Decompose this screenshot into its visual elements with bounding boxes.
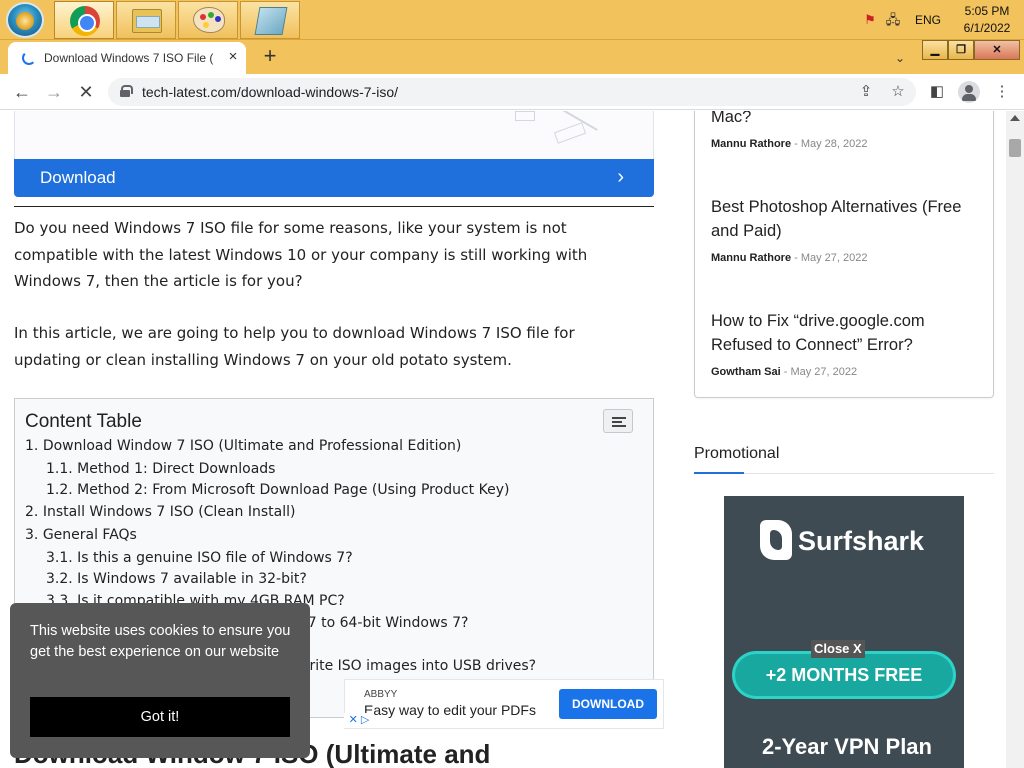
article-image-remnant: [14, 111, 654, 159]
post-title-link[interactable]: Best Photoshop Alternatives (Free and Pa…: [711, 195, 981, 243]
post-meta: Gowtham Sai - May 27, 2022: [711, 366, 858, 378]
page-scrollbar[interactable]: [1006, 111, 1024, 768]
clock-time: 5:05 PM: [964, 4, 1010, 18]
cookie-message: This website uses cookies to ensure you …: [30, 623, 291, 660]
ad-choices-icon[interactable]: ✕ ▷: [344, 713, 374, 728]
plan-text: 2-Year VPN Plan: [762, 734, 932, 759]
paint-palette-icon: [193, 7, 225, 33]
post-meta: Mannu Rathore - May 27, 2022: [711, 252, 868, 264]
new-tab-button[interactable]: +: [258, 45, 282, 69]
clock-date: 6/1/2022: [963, 21, 1011, 35]
ad-brand: ABBYY: [364, 689, 398, 700]
surfshark-logo-icon: [760, 520, 792, 560]
folder-icon: [132, 9, 162, 33]
taskbar-paint-button[interactable]: [178, 1, 238, 39]
stop-loading-icon[interactable]: ✕: [74, 81, 98, 103]
close-window-button[interactable]: ✕: [974, 40, 1020, 60]
toc-item[interactable]: 1.2. Method 2: From Microsoft Download P…: [46, 482, 509, 498]
article-paragraph: In this article, we are going to help yo…: [14, 324, 575, 369]
download-button-label: Download: [40, 168, 116, 187]
address-bar[interactable]: tech-latest.com/download-windows-7-iso/ …: [108, 78, 916, 106]
download-button[interactable]: Download ›: [14, 159, 654, 197]
input-language-indicator[interactable]: ENG: [915, 13, 941, 27]
toc-item[interactable]: 1.1. Method 1: Direct Downloads: [46, 461, 275, 477]
browser-toolbar: ← → ✕ tech-latest.com/download-windows-7…: [0, 74, 1024, 110]
post-date: May 27, 2022: [800, 252, 868, 264]
tab-title: Download Windows 7 ISO File (Ultimate: [44, 51, 214, 65]
taskbar-file-explorer-button[interactable]: [116, 1, 176, 39]
post-author[interactable]: Gowtham Sai: [711, 366, 781, 378]
browser-tab-active[interactable]: Download Windows 7 ISO File (Ultimate ×: [8, 42, 246, 74]
start-orb-icon[interactable]: [6, 2, 44, 38]
network-icon[interactable]: 🖧: [885, 12, 901, 28]
bookmark-star-icon[interactable]: ☆: [889, 83, 907, 101]
recent-posts-card: Mac? Mannu Rathore - May 28, 2022 Best P…: [694, 111, 994, 398]
share-icon[interactable]: ⇪: [857, 83, 875, 101]
post-date: May 27, 2022: [790, 366, 858, 378]
page-viewport: Download › Do you need Windows 7 ISO fil…: [0, 111, 1024, 768]
toc-item[interactable]: 1. Download Window 7 ISO (Ultimate and P…: [25, 438, 461, 454]
toc-title: Content Table: [25, 411, 142, 432]
post-author[interactable]: Mannu Rathore: [711, 252, 791, 264]
post-title-link[interactable]: How to Fix “drive.google.com Refused to …: [711, 309, 981, 357]
tab-search-chevron-icon[interactable]: ⌄: [890, 48, 910, 68]
post-meta: Mannu Rathore - May 28, 2022: [711, 138, 868, 150]
profile-avatar-icon[interactable]: [958, 81, 980, 103]
toc-item[interactable]: 3. General FAQs: [25, 527, 137, 543]
windows-taskbar: ⚑ 🖧 ENG 5:05 PM 6/1/2022: [0, 0, 1024, 40]
close-ad-button[interactable]: Close X: [811, 640, 865, 658]
surfshark-brand: Surfshark: [798, 526, 925, 556]
toc-item[interactable]: write ISO images into USB drives?: [298, 658, 536, 674]
surfshark-ad[interactable]: Surfshark +2 MONTHS FREE Close X 2-Year …: [724, 496, 964, 768]
toc-item[interactable]: 3.2. Is Windows 7 available in 32-bit?: [46, 571, 307, 587]
toc-item[interactable]: s 7 to 64-bit Windows 7?: [296, 615, 468, 631]
back-arrow-icon[interactable]: ←: [10, 81, 34, 103]
intro-paragraph: Do you need Windows 7 ISO file for some …: [14, 219, 588, 290]
cookie-consent-banner: This website uses cookies to ensure you …: [10, 603, 310, 758]
tab-close-icon[interactable]: ×: [224, 48, 242, 66]
cookie-accept-button[interactable]: Got it!: [30, 697, 290, 737]
lock-icon[interactable]: [120, 85, 133, 97]
offer-pill[interactable]: +2 MONTHS FREE: [735, 654, 953, 696]
kebab-menu-icon[interactable]: ⋮: [992, 82, 1012, 102]
ad-download-button[interactable]: DOWNLOAD: [559, 689, 657, 719]
post-date: May 28, 2022: [800, 138, 868, 150]
toc-item[interactable]: 2. Install Windows 7 ISO (Clean Install): [25, 504, 295, 520]
browser-tab-strip: Download Windows 7 ISO File (Ultimate × …: [0, 40, 1024, 74]
loading-spinner-icon: [22, 51, 36, 65]
system-clock[interactable]: 5:05 PM 6/1/2022: [955, 3, 1019, 37]
notepad-icon: [254, 7, 288, 35]
toc-item[interactable]: 3.1. Is this a genuine ISO file of Windo…: [46, 550, 353, 566]
minimize-button[interactable]: ▁: [922, 40, 948, 60]
abbyy-banner-ad[interactable]: ABBYY Easy way to edit your PDFs DOWNLOA…: [344, 679, 664, 729]
chevron-right-icon: ›: [617, 166, 624, 188]
action-center-flag-icon[interactable]: ⚑: [862, 12, 878, 28]
forward-arrow-icon[interactable]: →: [42, 81, 66, 103]
ad-tagline: Easy way to edit your PDFs: [364, 702, 536, 718]
post-author[interactable]: Mannu Rathore: [711, 138, 791, 150]
side-panel-icon[interactable]: ◧: [927, 82, 947, 102]
scroll-up-arrow-icon[interactable]: [1010, 115, 1020, 121]
offer-text: +2 MONTHS FREE: [765, 665, 923, 685]
taskbar-chrome-button[interactable]: [54, 1, 114, 39]
post-title-link[interactable]: Mac?: [711, 111, 981, 129]
divider: [14, 206, 654, 207]
promotional-heading: Promotional: [694, 445, 780, 462]
scroll-thumb[interactable]: [1009, 139, 1021, 157]
toc-toggle-list-icon[interactable]: [603, 409, 633, 433]
taskbar-notepad-button[interactable]: [240, 1, 300, 39]
restore-button[interactable]: ❐: [948, 40, 974, 60]
url-text[interactable]: tech-latest.com/download-windows-7-iso/: [142, 84, 398, 100]
chrome-icon: [70, 6, 100, 36]
promotional-underline: [694, 472, 994, 474]
